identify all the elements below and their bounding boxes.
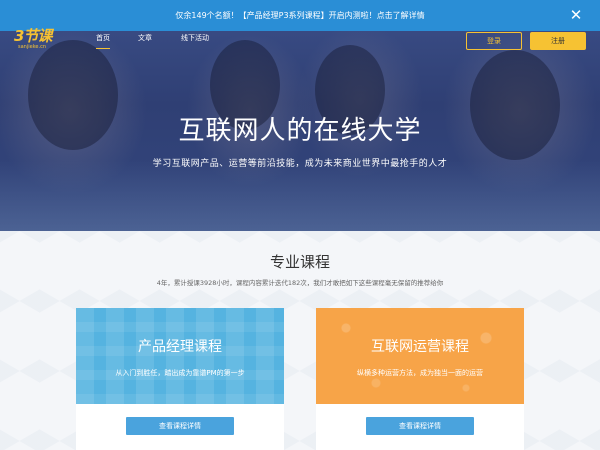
view-course-details-button[interactable]: 查看课程详情 [366, 417, 474, 435]
course-card-desc: 从入门到胜任，踏出成为靠谱PM的第一步 [115, 369, 245, 377]
nav-link-events[interactable]: 线下活动 [181, 33, 209, 47]
register-button[interactable]: 注册 [530, 32, 586, 50]
course-card-title: 产品经理课程 [138, 339, 222, 355]
course-card-banner: 互联网运营课程 纵横多种运营方法，成为独当一面的运营 [316, 308, 524, 404]
course-card-title: 互联网运营课程 [371, 339, 469, 355]
nav-link-articles[interactable]: 文章 [138, 33, 152, 47]
courses-section: 专业课程 4年，累计授课3928小时，课程内容累计迭代182次，我们才敢把如下这… [0, 231, 600, 450]
promo-banner[interactable]: 仅余149个名额！【产品经理P3系列课程】开启内测啦！点击了解详情 ✕ [0, 0, 600, 31]
logo-text: 3节课 [14, 27, 52, 45]
course-card-product[interactable]: 产品经理课程 从入门到胜任，踏出成为靠谱PM的第一步 查看课程详情 [76, 308, 284, 450]
top-nav: 3节课 sanjieke.cn 首页 文章 线下活动 登录 注册 [0, 28, 600, 53]
promo-banner-text[interactable]: 仅余149个名额！【产品经理P3系列课程】开启内测啦！点击了解详情 [175, 10, 424, 21]
login-button[interactable]: 登录 [466, 32, 522, 50]
hero-title: 互联网人的在线大学 [178, 116, 422, 146]
course-card-banner: 产品经理课程 从入门到胜任，踏出成为靠谱PM的第一步 [76, 308, 284, 404]
nav-link-home[interactable]: 首页 [96, 33, 110, 49]
hero-subtitle: 学习互联网产品、运营等前沿技能，成为未来商业世界中最抢手的人才 [152, 159, 448, 169]
close-icon[interactable]: ✕ [568, 7, 584, 23]
course-card-operations[interactable]: 互联网运营课程 纵横多种运营方法，成为独当一面的运营 查看课程详情 [316, 308, 524, 450]
section-title: 专业课程 [269, 253, 330, 271]
section-description: 4年，累计授课3928小时，课程内容累计迭代182次，我们才敢把如下这些课程毫无… [156, 279, 444, 287]
view-course-details-button[interactable]: 查看课程详情 [126, 417, 234, 435]
site-logo[interactable]: 3节课 sanjieke.cn [14, 28, 54, 52]
course-card-desc: 纵横多种运营方法，成为独当一面的运营 [357, 369, 483, 377]
